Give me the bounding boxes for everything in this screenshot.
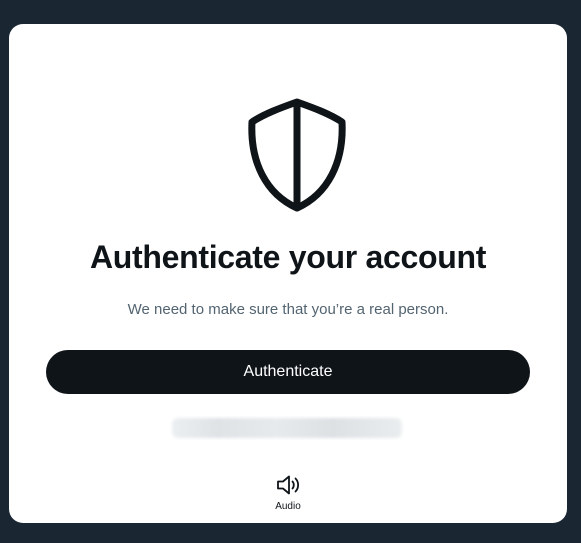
authenticate-button[interactable]: Authenticate [46, 350, 530, 394]
dialog-subtitle: We need to make sure that you’re a real … [127, 301, 449, 318]
authentication-dialog: Authenticate your account We need to mak… [9, 24, 567, 523]
audio-label: Audio [275, 501, 301, 512]
dialog-title: Authenticate your account [89, 239, 487, 275]
speaker-icon [277, 475, 300, 495]
shield-icon [248, 98, 346, 212]
blurred-text [172, 418, 402, 438]
audio-button[interactable]: Audio [264, 473, 312, 515]
